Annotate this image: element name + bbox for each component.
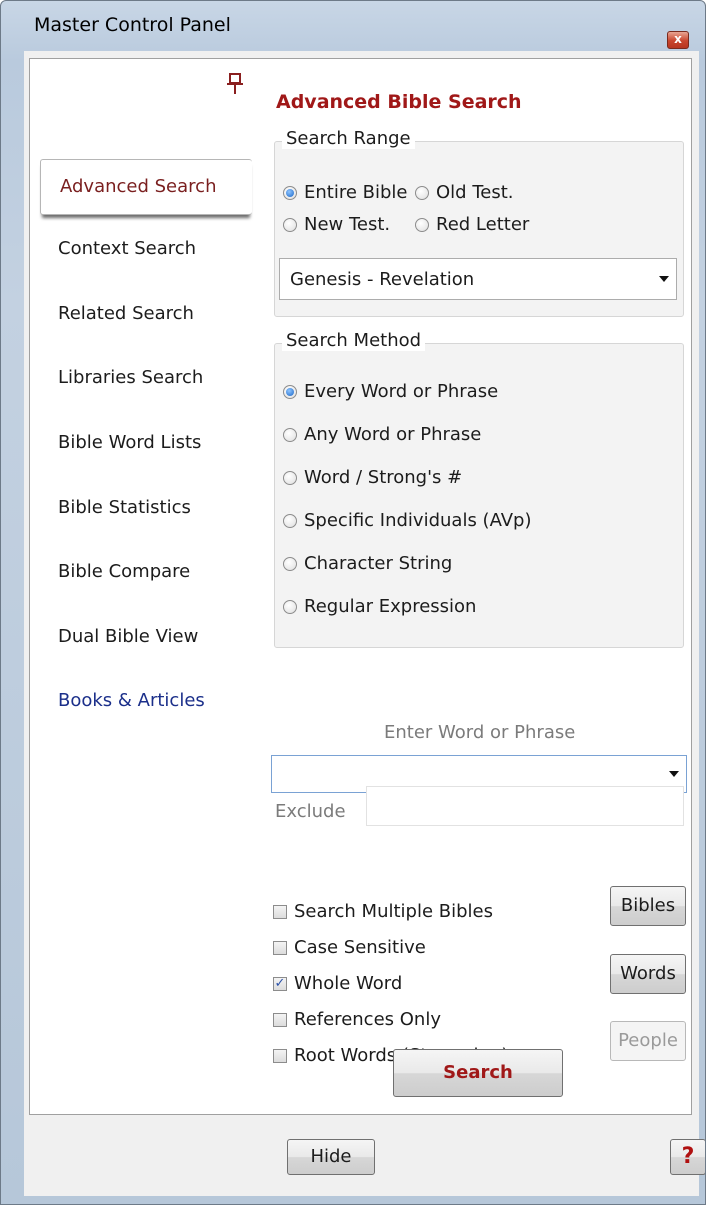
radio-dot [415,217,429,232]
radio-new-test[interactable]: New Test. [283,214,390,235]
checkbox-case-sensitive[interactable]: Case Sensitive [273,937,426,958]
radio-word-strongs[interactable]: Word / Strong's # [283,467,462,488]
tab-panel: Advanced Search Context Search Related S… [29,58,692,1115]
radio-specific-individuals[interactable]: Specific Individuals (AVp) [283,510,532,531]
advanced-search-pane: Advanced Bible Search Search Range Entir… [268,59,693,1116]
tab-books-articles[interactable]: Books & Articles [39,677,249,725]
radio-regular-expression[interactable]: Regular Expression [283,596,476,617]
tab-bible-compare[interactable]: Bible Compare [39,548,249,596]
tab-libraries-search[interactable]: Libraries Search [39,354,249,402]
checkbox-box [273,940,287,955]
master-control-panel-window: Master Control Panel x Advanced Search C… [0,0,706,1205]
check-icon: ✓ [273,975,287,991]
hide-button[interactable]: Hide [287,1139,375,1175]
chevron-down-icon [659,276,669,282]
checkbox-label: References Only [294,1009,441,1030]
radio-label: New Test. [304,214,391,235]
radio-label: Old Test. [436,182,514,203]
checkbox-box [273,1012,287,1027]
bibles-button[interactable]: Bibles [610,886,686,926]
radio-character-string[interactable]: Character String [283,553,452,574]
book-range-select[interactable]: Genesis - Revelation [279,258,677,300]
checkbox-box [273,904,287,919]
page-title: Advanced Bible Search [274,87,684,117]
tab-related-search[interactable]: Related Search [39,290,249,338]
title-bar[interactable]: Master Control Panel x [1,1,705,53]
window-title: Master Control Panel [34,14,231,36]
help-button[interactable]: ? [670,1139,705,1175]
radio-dot [283,217,297,232]
tab-bible-word-lists[interactable]: Bible Word Lists [39,419,249,467]
search-method-title: Search Method [282,330,426,351]
radio-label: Regular Expression [304,596,477,617]
tab-context-search[interactable]: Context Search [39,225,249,273]
tab-dual-bible-view[interactable]: Dual Bible View [39,613,249,661]
radio-label: Red Letter [436,214,530,235]
radio-any-word[interactable]: Any Word or Phrase [283,424,481,445]
radio-entire-bible[interactable]: Entire Bible [283,182,408,203]
radio-label: Specific Individuals (AVp) [304,510,532,531]
checkbox-whole-word[interactable]: ✓ Whole Word [273,973,402,994]
people-button[interactable]: People [610,1021,686,1061]
tab-bible-statistics[interactable]: Bible Statistics [39,484,249,532]
radio-every-word[interactable]: Every Word or Phrase [283,381,498,402]
search-button[interactable]: Search [393,1049,563,1097]
close-icon[interactable]: x [667,31,689,49]
radio-label: Any Word or Phrase [304,424,482,445]
radio-dot [283,556,297,571]
words-button[interactable]: Words [610,954,686,994]
radio-red-letter[interactable]: Red Letter [415,214,529,235]
phrase-label: Enter Word or Phrase [384,722,576,743]
checkbox-search-multiple-bibles[interactable]: Search Multiple Bibles [273,901,493,922]
tab-advanced-search[interactable]: Advanced Search [40,159,252,215]
book-range-value: Genesis - Revelation [290,269,475,290]
checkbox-label: Search Multiple Bibles [294,901,494,922]
exclude-input[interactable] [366,786,684,826]
radio-dot [283,599,297,614]
checkbox-references-only[interactable]: References Only [273,1009,441,1030]
radio-dot [283,470,297,485]
radio-dot [283,427,297,442]
checkbox-box [273,1048,287,1063]
radio-label: Entire Bible [304,182,408,203]
checkbox-label: Whole Word [294,973,403,994]
search-range-title: Search Range [282,128,415,149]
radio-label: Word / Strong's # [304,467,463,488]
radio-label: Character String [304,553,453,574]
checkbox-label: Case Sensitive [294,937,426,958]
radio-dot [415,185,429,200]
client-area: Advanced Search Context Search Related S… [24,51,705,1196]
radio-dot-selected [283,185,297,200]
exclude-label: Exclude [275,801,346,822]
chevron-down-icon [669,771,679,777]
radio-label: Every Word or Phrase [304,381,499,402]
radio-dot-selected [283,384,297,399]
radio-old-test[interactable]: Old Test. [415,182,513,203]
pin-icon[interactable] [227,73,243,95]
radio-dot [283,513,297,528]
